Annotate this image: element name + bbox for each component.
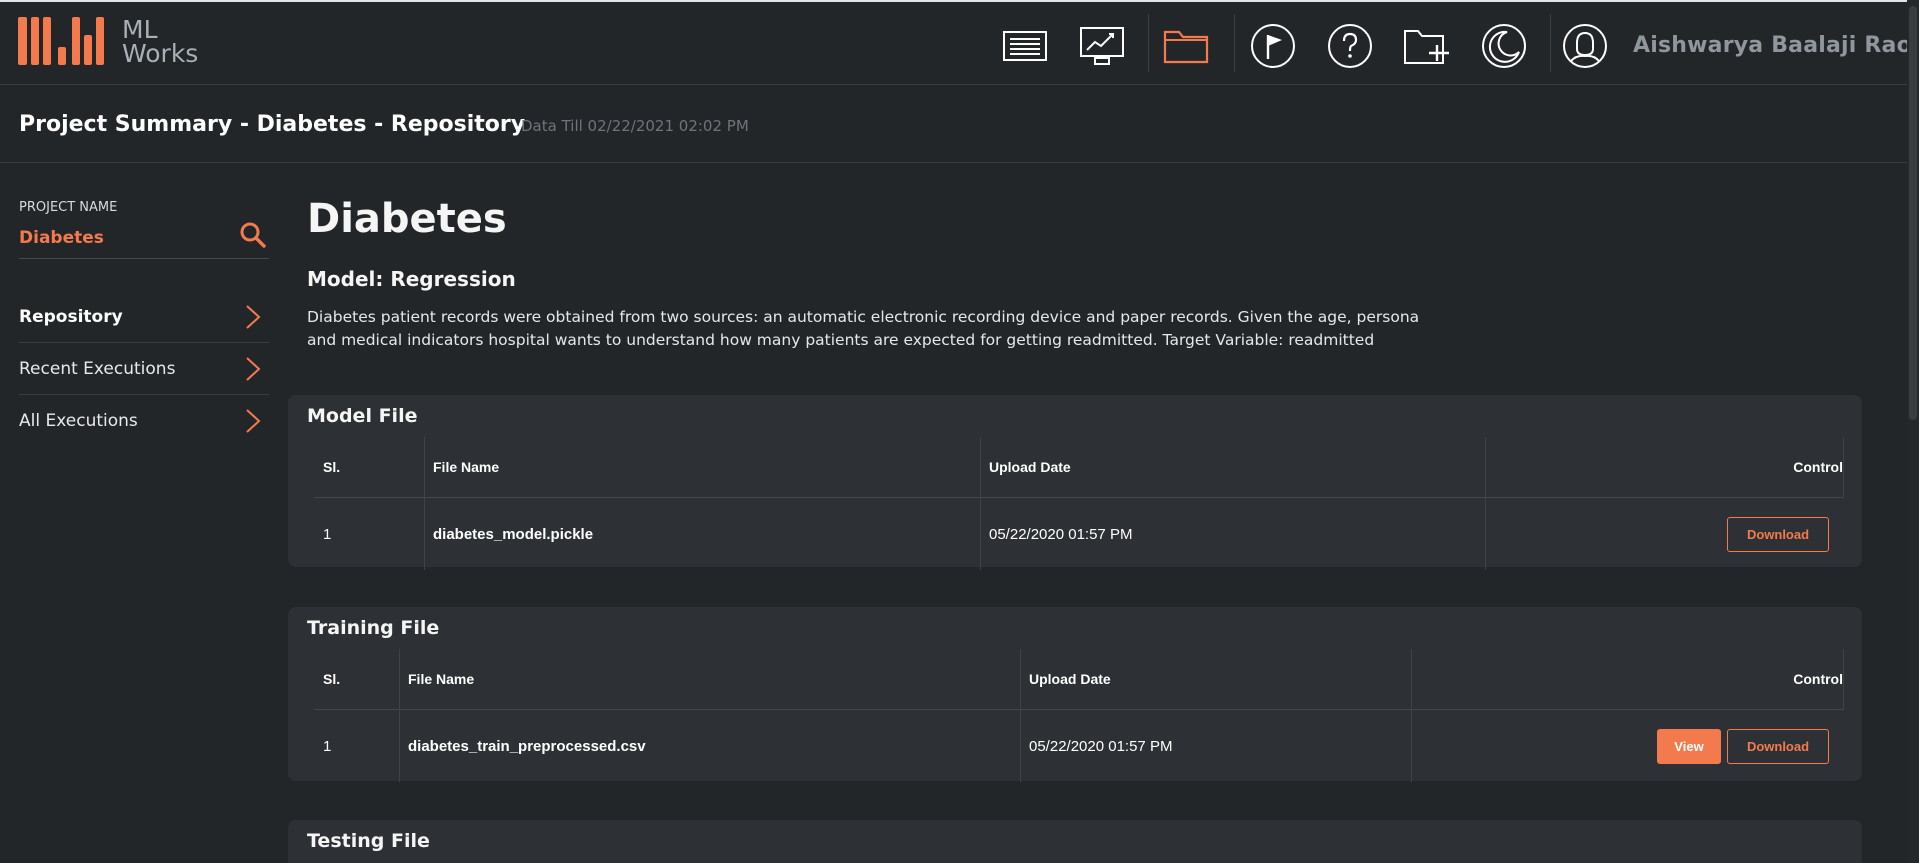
column-divider bbox=[980, 437, 981, 570]
column-header-sl: Sl. bbox=[323, 459, 341, 475]
logo-text-works: Works bbox=[122, 39, 199, 68]
column-header-sl: Sl. bbox=[323, 671, 341, 687]
column-header-file-name: File Name bbox=[408, 671, 475, 687]
scrollbar-thumb[interactable] bbox=[1909, 6, 1917, 420]
help-icon[interactable] bbox=[1325, 18, 1375, 74]
mlworks-logo[interactable]: ML Works bbox=[18, 16, 198, 68]
description-line-2: and medical indicators hospital wants to… bbox=[307, 331, 1375, 349]
column-header-file-name: File Name bbox=[433, 459, 500, 475]
project-title: Diabetes bbox=[307, 196, 507, 242]
table-row: 1 diabetes_model.pickle 05/22/2020 01:57… bbox=[314, 498, 1843, 570]
row-file-name: diabetes_model.pickle bbox=[433, 525, 594, 543]
column-divider bbox=[424, 437, 425, 570]
logo-text: ML Works bbox=[122, 17, 199, 68]
project-selector: Diabetes bbox=[19, 219, 269, 259]
top-navbar: ML Works Aishwarya Baalaji Rao bbox=[0, 0, 1919, 85]
page-scrollbar[interactable] bbox=[1907, 0, 1919, 863]
user-name[interactable]: Aishwarya Baalaji Rao bbox=[1633, 33, 1912, 58]
row-sl: 1 bbox=[323, 737, 332, 755]
table-header-row: Sl. File Name Upload Date Control bbox=[314, 437, 1843, 498]
search-icon[interactable] bbox=[239, 221, 267, 249]
add-folder-icon[interactable] bbox=[1402, 18, 1452, 74]
logo-bars-icon bbox=[18, 17, 116, 67]
chevron-right-icon bbox=[246, 357, 261, 381]
description-line-1: Diabetes patient records were obtained f… bbox=[307, 308, 1420, 326]
sidebar-item-label: All Executions bbox=[19, 411, 138, 431]
column-divider bbox=[1843, 649, 1844, 710]
chevron-right-icon bbox=[246, 409, 261, 433]
sidebar-item-all-executions[interactable]: All Executions bbox=[19, 395, 269, 447]
model-file-card: Model File Sl. File Name Upload Date Con… bbox=[288, 395, 1862, 570]
column-header-control: Control bbox=[1411, 649, 1843, 709]
nav-divider bbox=[1550, 14, 1551, 72]
model-file-table: Sl. File Name Upload Date Control 1 diab… bbox=[314, 437, 1844, 570]
table-header-row: Sl. File Name Upload Date Control bbox=[314, 649, 1843, 710]
user-icon[interactable] bbox=[1560, 18, 1610, 74]
document-list-icon[interactable] bbox=[1000, 18, 1050, 74]
testing-file-card: Testing File bbox=[288, 820, 1862, 863]
column-divider bbox=[1411, 649, 1412, 782]
sidebar-item-repository[interactable]: Repository bbox=[19, 291, 269, 343]
sidebar: PROJECT NAME Diabetes Repository Recent … bbox=[19, 200, 269, 447]
chevron-right-icon bbox=[246, 305, 261, 329]
project-name-label: PROJECT NAME bbox=[19, 200, 118, 215]
column-header-control-label: Control bbox=[1793, 459, 1843, 475]
column-divider bbox=[399, 649, 400, 782]
row-control: Download bbox=[1485, 498, 1829, 570]
column-divider bbox=[1020, 649, 1021, 782]
project-description: Diabetes patient records were obtained f… bbox=[307, 306, 1447, 352]
nav-divider bbox=[1234, 14, 1235, 72]
page-title: Project Summary - Diabetes - Repository bbox=[19, 112, 526, 137]
column-divider bbox=[1843, 437, 1844, 498]
column-divider bbox=[1485, 437, 1486, 570]
table-row: 1 diabetes_train_preprocessed.csv 05/22/… bbox=[314, 710, 1843, 782]
column-header-upload-date: Upload Date bbox=[1029, 671, 1111, 687]
sidebar-item-recent-executions[interactable]: Recent Executions bbox=[19, 343, 269, 395]
monitor-chart-icon[interactable] bbox=[1077, 18, 1127, 74]
model-file-title: Model File bbox=[307, 405, 418, 427]
sidebar-nav: Repository Recent Executions All Executi… bbox=[19, 291, 269, 447]
view-button[interactable]: View bbox=[1657, 728, 1721, 764]
subheader: Project Summary - Diabetes - Repository … bbox=[0, 86, 1919, 163]
folder-icon[interactable] bbox=[1161, 18, 1211, 74]
flag-icon[interactable] bbox=[1248, 18, 1298, 74]
row-file-name: diabetes_train_preprocessed.csv bbox=[408, 737, 646, 755]
column-header-control-label: Control bbox=[1793, 671, 1843, 687]
download-button[interactable]: Download bbox=[1727, 728, 1829, 764]
nav-divider bbox=[1148, 14, 1149, 72]
row-upload-date: 05/22/2020 01:57 PM bbox=[989, 525, 1133, 543]
training-file-title: Training File bbox=[307, 617, 440, 639]
row-upload-date: 05/22/2020 01:57 PM bbox=[1029, 737, 1173, 755]
row-control: View Download bbox=[1411, 710, 1829, 782]
sidebar-item-label: Repository bbox=[19, 307, 123, 327]
testing-file-title: Testing File bbox=[307, 830, 430, 852]
moon-icon[interactable] bbox=[1479, 18, 1529, 74]
column-header-control: Control bbox=[1485, 437, 1843, 497]
sidebar-item-label: Recent Executions bbox=[19, 359, 176, 379]
project-name[interactable]: Diabetes bbox=[19, 228, 104, 248]
training-file-card: Training File Sl. File Name Upload Date … bbox=[288, 607, 1862, 782]
download-button[interactable]: Download bbox=[1727, 516, 1829, 552]
model-type: Model: Regression bbox=[307, 267, 516, 291]
training-file-table: Sl. File Name Upload Date Control 1 diab… bbox=[314, 649, 1844, 782]
column-header-upload-date: Upload Date bbox=[989, 459, 1071, 475]
row-sl: 1 bbox=[323, 525, 332, 543]
data-till-timestamp: Data Till 02/22/2021 02:02 PM bbox=[521, 117, 749, 135]
